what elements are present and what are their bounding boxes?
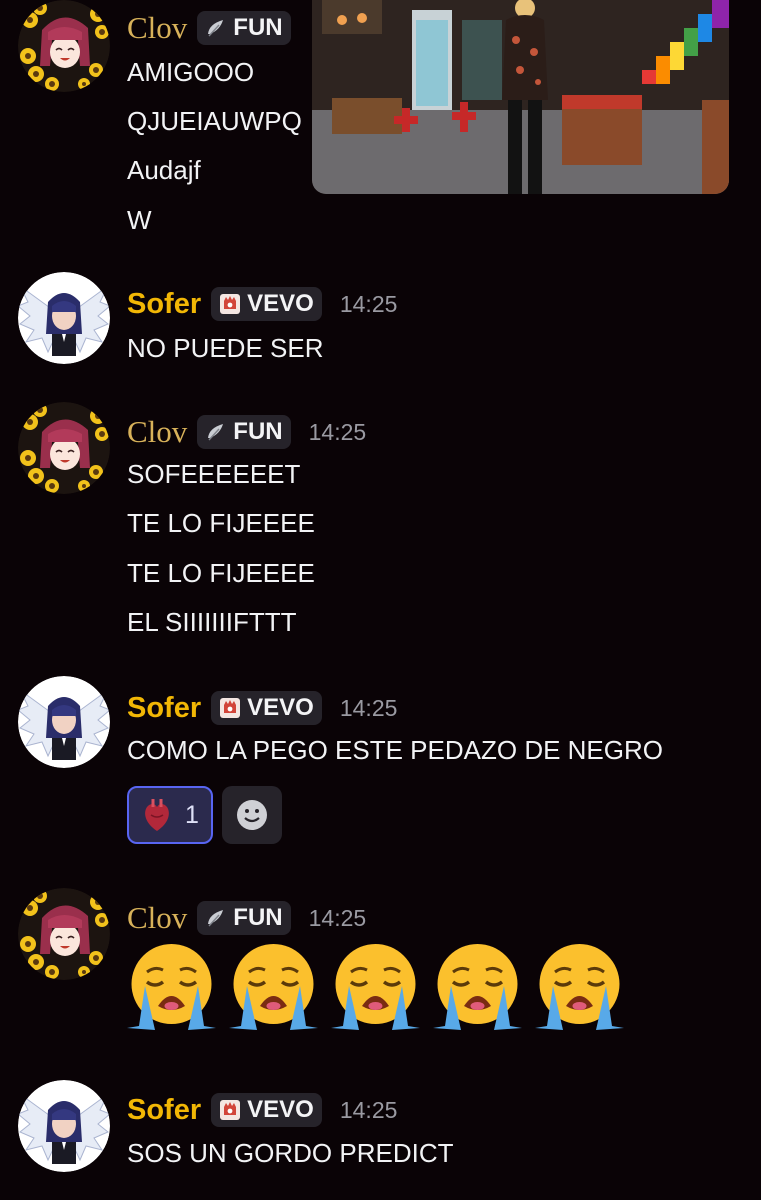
server-tag-badge[interactable]: VEVO: [211, 691, 322, 725]
loudly-crying-face-icon[interactable]: [533, 942, 626, 1032]
timestamp: 14:25: [308, 904, 367, 931]
loudly-crying-face-icon[interactable]: [125, 942, 218, 1032]
badge-label: FUN: [233, 418, 283, 445]
feather-icon: [205, 907, 227, 929]
crown-icon: [219, 1099, 241, 1121]
avatar[interactable]: [18, 888, 110, 980]
message-text: COMO LA PEGO ESTE PEDAZO DE NEGRO: [127, 735, 663, 765]
message-text: TE LO FIJEEEE: [127, 508, 315, 538]
message-text: QJUEIAUWPQ: [127, 106, 302, 136]
message-text: AMIGOOO: [127, 57, 255, 87]
anatomical-heart-icon: [145, 799, 169, 831]
server-tag-badge[interactable]: VEVO: [211, 1093, 322, 1127]
timestamp: 14:25: [308, 418, 367, 445]
reaction-chip[interactable]: 1: [127, 786, 213, 844]
jumbo-emoji-row: [125, 942, 626, 1032]
username[interactable]: Sofer: [127, 688, 201, 728]
timestamp: 14:25: [339, 1096, 398, 1123]
add-reaction-button[interactable]: [222, 786, 282, 844]
loudly-crying-face-icon[interactable]: [227, 942, 320, 1032]
server-tag-badge[interactable]: FUN: [197, 11, 291, 45]
username[interactable]: Clov: [127, 412, 187, 452]
message-feed: Clov FUN AMIGOOO QJUEIAUWPQ Audajf W Sof…: [0, 0, 761, 1200]
avatar[interactable]: [18, 1080, 110, 1172]
server-tag-badge[interactable]: FUN: [197, 415, 291, 449]
username[interactable]: Sofer: [127, 1090, 201, 1130]
feather-icon: [205, 17, 227, 39]
reaction-count: 1: [185, 800, 199, 829]
timestamp: 14:25: [339, 290, 398, 317]
message-text: EL SIIIIIIIFTTT: [127, 607, 297, 637]
message-text: W: [127, 205, 152, 235]
avatar[interactable]: [18, 402, 110, 494]
server-tag-badge[interactable]: FUN: [197, 901, 291, 935]
server-tag-badge[interactable]: VEVO: [211, 287, 322, 321]
badge-label: FUN: [233, 14, 283, 41]
message-text: SOFEEEEEET: [127, 459, 301, 489]
image-attachment[interactable]: [312, 0, 729, 194]
avatar[interactable]: [18, 0, 110, 92]
loudly-crying-face-icon[interactable]: [431, 942, 524, 1032]
username[interactable]: Clov: [127, 898, 187, 938]
username[interactable]: Sofer: [127, 284, 201, 324]
feather-icon: [205, 421, 227, 443]
badge-label: VEVO: [247, 694, 314, 721]
avatar[interactable]: [18, 676, 110, 768]
badge-label: VEVO: [247, 290, 314, 317]
message-text: SOS UN GORDO PREDICT: [127, 1138, 454, 1168]
avatar[interactable]: [18, 272, 110, 364]
timestamp: 14:25: [339, 694, 398, 721]
badge-label: FUN: [233, 904, 283, 931]
message-text: TE LO FIJEEEE: [127, 558, 315, 588]
message-text: NO PUEDE SER: [127, 333, 324, 363]
smile-icon: [237, 800, 267, 830]
message-text: Audajf: [127, 155, 201, 185]
badge-label: VEVO: [247, 1096, 314, 1123]
crown-icon: [219, 697, 241, 719]
loudly-crying-face-icon[interactable]: [329, 942, 422, 1032]
crown-icon: [219, 293, 241, 315]
username[interactable]: Clov: [127, 8, 187, 48]
